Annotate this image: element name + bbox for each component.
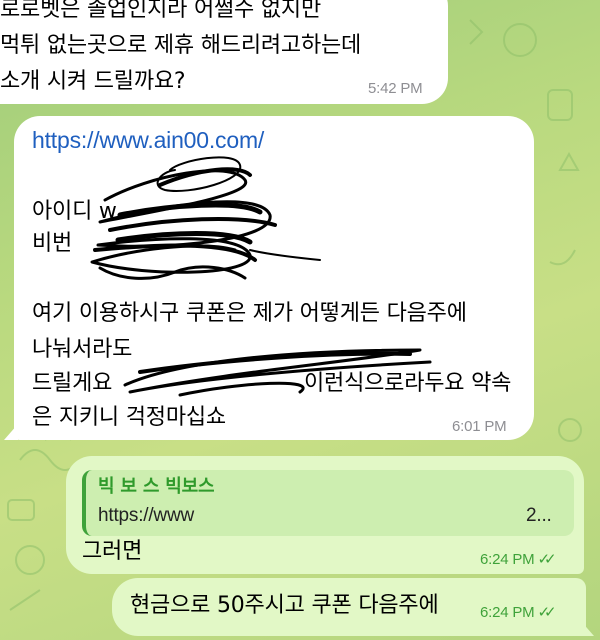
message-text-line: 현금으로 50주시고 쿠폰 다음주에 — [130, 593, 439, 618]
message-text-line: 이런식으로라두요 약속 — [304, 371, 512, 396]
timestamp-text: 6:24 PM — [480, 551, 535, 568]
message-text-line: 나눠서라도 — [32, 337, 133, 362]
read-receipt-icon: ✓✓ — [537, 604, 556, 621]
message-text-line: 로로벳은 졸업인지라 어쩔수 없지만 — [0, 0, 321, 22]
message-text-line: 소개 시켜 드릴까요? — [0, 69, 186, 94]
incoming-message-bubble[interactable]: https://www.ain00.com/ 아이디 w 비번 여기 이용하시구… — [14, 116, 534, 440]
reply-sender-name: 빅 보 스 빅보스 — [98, 476, 215, 497]
reply-preview[interactable]: 빅 보 스 빅보스 https://www 2... — [82, 470, 574, 536]
read-receipt-icon: ✓✓ — [537, 551, 556, 568]
bubble-tail — [580, 620, 594, 636]
incoming-message-bubble[interactable]: 로로벳은 졸업인지라 어쩔수 없지만 먹튀 없는곳으로 제휴 해드리려고하는데 … — [0, 0, 448, 104]
message-link[interactable]: https://www.ain00.com/ — [32, 124, 264, 156]
message-timestamp: 6:24 PM ✓✓ — [480, 551, 557, 569]
reply-preview-text-tail: 2... — [526, 505, 552, 526]
message-timestamp: 6:24 PM ✓✓ — [480, 604, 557, 622]
message-text-line: 드릴게요 — [32, 371, 113, 396]
bubble-tail — [4, 424, 18, 440]
message-text-line: 그러면 — [82, 539, 143, 564]
timestamp-text: 6:24 PM — [480, 604, 535, 621]
outgoing-message-bubble[interactable]: 빅 보 스 빅보스 https://www 2... 그러면 6:24 PM ✓✓ — [66, 456, 584, 574]
bubble-tail — [0, 90, 14, 104]
message-text-line: 비번 — [32, 231, 73, 256]
message-timestamp: 6:01 PM — [452, 418, 507, 435]
message-text-line: 아이디 w — [32, 199, 117, 224]
message-timestamp: 5:42 PM — [368, 80, 423, 97]
reply-preview-text: https://www — [98, 505, 194, 526]
message-text-line: 은 지키니 걱정마십쇼 — [32, 405, 226, 430]
outgoing-message-bubble[interactable]: 현금으로 50주시고 쿠폰 다음주에 6:24 PM ✓✓ — [112, 578, 586, 636]
message-text-line: 먹튀 없는곳으로 제휴 해드리려고하는데 — [0, 33, 362, 58]
message-text-line: 여기 이용하시구 쿠폰은 제가 어떻게든 다음주에 — [32, 301, 467, 326]
